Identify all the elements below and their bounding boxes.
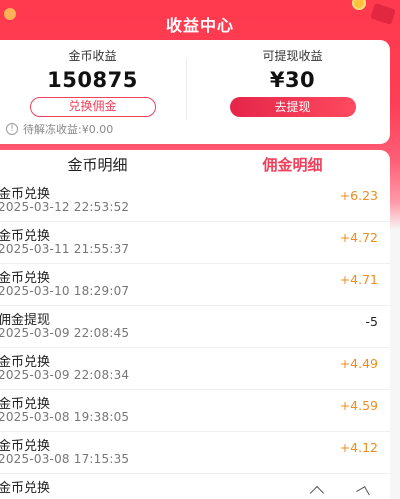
transaction-date: 2025-03-11 21:55:37 bbox=[0, 242, 130, 256]
detail-tabs: 金币明细 佣金明细 bbox=[0, 150, 390, 180]
earnings-summary-card: 金币收益 150875 兑换佣金 可提现收益 ¥30 去提现 ! 待解冻收益:¥… bbox=[0, 40, 390, 144]
transaction-date: 2025-03-10 18:29:07 bbox=[0, 284, 130, 298]
list-item: 金币兑换 2025-03-11 21:55:37 +4.72 bbox=[0, 222, 390, 264]
transaction-date: 2025-03-09 22:08:34 bbox=[0, 368, 130, 382]
info-icon[interactable]: ! bbox=[6, 123, 18, 135]
transaction-amount: +4.72 bbox=[339, 230, 378, 245]
withdraw-button[interactable]: 去提现 bbox=[229, 97, 356, 117]
transaction-amount: +4.59 bbox=[339, 398, 378, 413]
pending-text: 待解冻收益:¥0.00 bbox=[23, 123, 114, 136]
list-item: 金币兑换 2025-03-12 22:53:52 +6.23 bbox=[0, 180, 390, 222]
transaction-amount: +6.23 bbox=[339, 188, 378, 203]
list-item: 佣金提现 2025-03-09 22:08:45 -5 bbox=[0, 306, 390, 348]
list-item: 金币兑换 2025-03-09 22:08:34 +4.49 bbox=[0, 348, 390, 390]
coins-value: 150875 bbox=[47, 68, 138, 92]
transaction-date: 2025-03-12 22:53:52 bbox=[0, 200, 130, 214]
transaction-amount: +4.49 bbox=[339, 356, 378, 371]
transaction-date: 2025-03-09 22:08:45 bbox=[0, 326, 130, 340]
exchange-commission-button[interactable]: 兑换佣金 bbox=[29, 97, 156, 117]
list-item: 金币兑换 2025-03-08 17:15:35 +4.12 bbox=[0, 432, 390, 474]
list-item: 金币兑换 2025-03-10 18:29:07 +4.71 bbox=[0, 264, 390, 306]
tab-coin-details[interactable]: 金币明细 bbox=[0, 154, 195, 175]
divider bbox=[186, 58, 187, 120]
transaction-list: 金币兑换 2025-03-12 22:53:52 +6.23 金币兑换 2025… bbox=[0, 180, 390, 499]
withdrawable-value: ¥30 bbox=[269, 68, 316, 92]
transaction-title: 金币兑换 bbox=[0, 481, 51, 496]
coins-section: 金币收益 150875 兑换佣金 bbox=[0, 48, 185, 117]
bottom-nav-controls bbox=[304, 485, 374, 499]
list-item: 金币兑换 2025-03-08 19:38:05 +4.59 bbox=[0, 390, 390, 432]
coins-label: 金币收益 bbox=[68, 49, 117, 63]
transaction-amount: +4.12 bbox=[339, 440, 378, 455]
transaction-date: 2025-03-08 19:38:05 bbox=[0, 410, 130, 424]
page-title: 收益中心 bbox=[165, 16, 234, 35]
transaction-amount: -5 bbox=[365, 314, 378, 329]
withdrawable-section: 可提现收益 ¥30 去提现 bbox=[200, 48, 385, 117]
withdrawable-label: 可提现收益 bbox=[262, 49, 323, 63]
pending-earnings: ! 待解冻收益:¥0.00 bbox=[6, 121, 113, 137]
tab-commission-details[interactable]: 佣金明细 bbox=[195, 154, 390, 175]
transaction-amount: +4.71 bbox=[339, 272, 378, 287]
transaction-date: 2025-03-08 17:15:35 bbox=[0, 452, 130, 466]
